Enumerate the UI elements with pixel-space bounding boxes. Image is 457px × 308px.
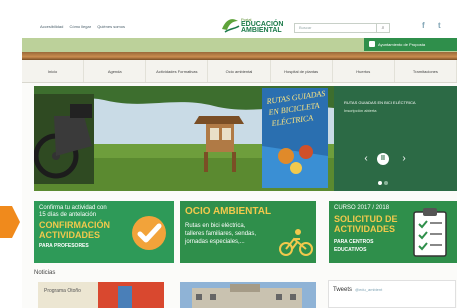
banner1-line2: 15 días de antelación: [39, 212, 97, 218]
slide-dot-2[interactable]: [384, 181, 388, 185]
banner3-big2: ACTIVIDADES: [334, 224, 396, 234]
tweets-handle[interactable]: @edu_ambient: [355, 287, 382, 292]
search-icon[interactable]: ⌕: [376, 24, 389, 32]
next-slide-icon[interactable]: ›: [398, 153, 410, 165]
hero-slider: RUTAS GUIADAS EN BICICLETA ELÉCTRICA RUT…: [34, 86, 457, 191]
hero-photo-bike-route[interactable]: RUTAS GUIADAS EN BICICLETA ELÉCTRICA: [34, 86, 334, 191]
tweets-header: Tweets @edu_ambient: [333, 287, 382, 293]
tweets-widget[interactable]: [328, 280, 456, 308]
twitter-icon[interactable]: t: [438, 21, 441, 30]
slide-dots: [378, 172, 390, 190]
hero-side-subtitle: Inscripción abierta: [344, 108, 377, 113]
portal-page: Accesibilidad Cómo llegar Quiénes somos …: [22, 0, 457, 308]
wood-band: [22, 52, 457, 60]
top-link-como-llegar[interactable]: Cómo llegar: [69, 24, 91, 29]
council-button-label: Ayuntamiento de Proposta: [378, 42, 426, 47]
council-building-icon: [369, 41, 375, 47]
banner1-small: PARA PROFESORES: [39, 243, 89, 249]
top-bar: Accesibilidad Cómo llegar Quiénes somos …: [22, 0, 457, 38]
banner3-big1: SOLICITUD DE: [334, 214, 398, 224]
hero-side-title: RUTAS GUIADAS EN BICI ELÉCTRICA: [344, 100, 416, 105]
banner-solicitud-actividades[interactable]: CURSO 2017 / 2018 SOLICITUD DE ACTIVIDAD…: [329, 201, 457, 263]
news-thumb-otono[interactable]: Programa Otoño: [38, 282, 164, 308]
nav-item-hospital-de-plantas[interactable]: Hospital de plantas: [271, 60, 333, 82]
pause-slide-icon[interactable]: II: [377, 153, 389, 165]
banner3-course: CURSO 2017 / 2018: [334, 205, 390, 211]
banner2-title: OCIO AMBIENTAL: [185, 206, 272, 217]
banner-confirmacion-actividades[interactable]: Confirma tu actividad con 15 días de ant…: [34, 201, 174, 263]
banner1-line1: Confirma tu actividad con: [39, 205, 107, 211]
nav-item-inicio[interactable]: Inicio: [22, 60, 85, 82]
banner1-big1: CONFIRMACIÓN: [39, 220, 110, 230]
orange-pointer-arrow: [0, 200, 20, 244]
cyclist-icon: [279, 229, 313, 256]
thumb1-label: Programa Otoño: [44, 288, 81, 294]
banner3-small2: EDUCATIVOS: [334, 247, 367, 253]
news-section-title: Noticias: [34, 270, 56, 276]
facebook-icon[interactable]: f: [422, 21, 425, 30]
search-input[interactable]: Buscar: [299, 25, 311, 30]
prev-slide-icon[interactable]: ‹: [360, 153, 372, 165]
banner2-line1: Rutas en bici eléctrica,: [185, 223, 246, 229]
main-nav: Inicio Agenda Actividades Formativas Oci…: [22, 60, 457, 83]
clipboard-icon: [413, 208, 447, 257]
portal-logo-text[interactable]: Portal EDUCACIÓN AMBIENTAL: [241, 17, 283, 34]
hero-info-panel: RUTAS GUIADAS EN BICI ELÉCTRICA Inscripc…: [334, 86, 457, 191]
slide-dot-1[interactable]: [378, 181, 382, 185]
news-thumb-building[interactable]: [180, 282, 316, 308]
nav-item-tramitaciones[interactable]: Tramitaciones: [395, 60, 457, 82]
news-thumb-otono-image: Programa Otoño: [38, 282, 164, 308]
nav-item-actividades-formativas[interactable]: Actividades Formativas: [146, 60, 209, 82]
logo-line3: AMBIENTAL: [241, 27, 282, 34]
council-button[interactable]: Ayuntamiento de Proposta: [364, 38, 457, 51]
top-links: Accesibilidad Cómo llegar Quiénes somos: [40, 24, 130, 29]
banner2-line3: jornadas especiales,...: [185, 239, 245, 245]
nav-item-agenda[interactable]: Agenda: [84, 60, 147, 82]
slider-controls: ‹ II ›: [360, 152, 420, 166]
search-box[interactable]: Buscar ⌕: [294, 23, 390, 33]
banner3-small1: PARA CENTROS: [334, 239, 374, 245]
nav-item-huertos[interactable]: Huertos: [333, 60, 395, 82]
banner1-big2: ACTIVIDADES: [39, 230, 101, 240]
checkmark-icon: [132, 216, 166, 250]
tweets-title: Tweets: [333, 287, 353, 293]
news-thumb-building-image: [180, 282, 316, 308]
nav-item-ocio-ambiental[interactable]: Ocio ambiental: [208, 60, 271, 82]
top-link-accesibilidad[interactable]: Accesibilidad: [40, 24, 63, 29]
banner-ocio-ambiental[interactable]: OCIO AMBIENTAL Rutas en bici eléctrica, …: [180, 201, 316, 263]
top-link-quienes-somos[interactable]: Quiénes somos: [97, 24, 125, 29]
banner2-line2: talleres familiares, sendas,: [185, 231, 257, 237]
